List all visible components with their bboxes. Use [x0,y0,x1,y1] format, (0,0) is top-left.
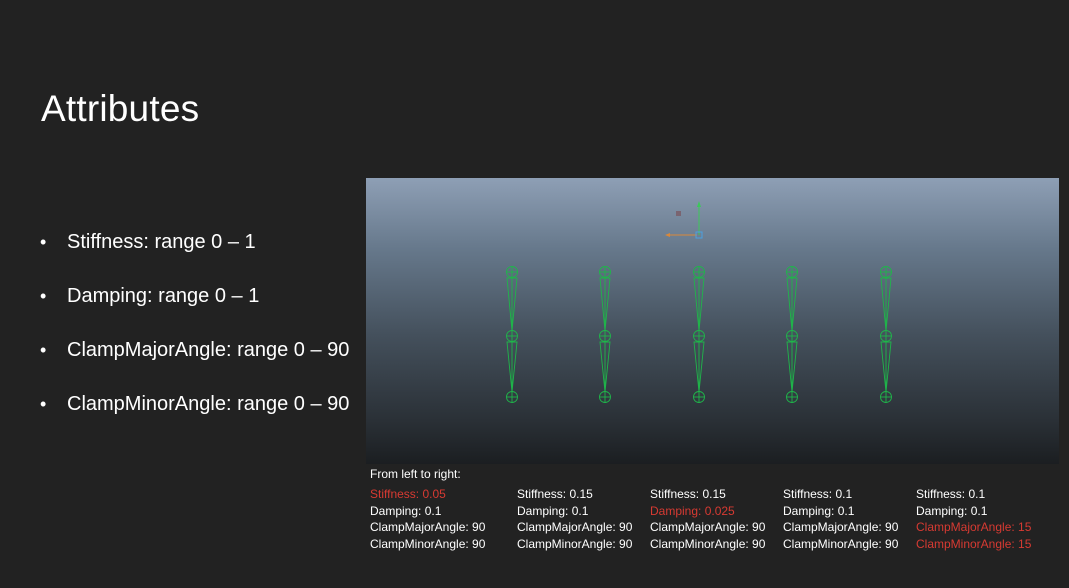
stiffness-value: Stiffness: 0.05 [370,487,446,501]
damping-value: Damping: 0.025 [650,503,735,518]
move-manipulator-icon [665,201,703,239]
settings-column-2: Stiffness: 0.15 Damping: 0.1 ClampMajorA… [517,486,632,552]
clamp-minor-value: ClampMinorAngle: 90 [517,536,633,551]
joint-chain-2 [599,266,611,403]
joint-chain-4 [786,266,798,403]
joint-chain-3 [693,266,705,403]
damping-value: Damping: 0.1 [783,503,855,518]
attribute-list: Stiffness: range 0 – 1 Damping: range 0 … [40,228,349,444]
bullet-stiffness: Stiffness: range 0 – 1 [40,228,349,282]
clamp-major-value: ClampMajorAngle: 90 [650,520,766,534]
stiffness-value: Stiffness: 0.1 [916,487,986,501]
joint-chains [506,266,892,403]
clamp-minor-value: ClampMinorAngle: 90 [370,536,486,551]
maya-viewport-screenshot [366,178,1059,464]
stiffness-value: Stiffness: 0.1 [783,487,853,501]
clamp-minor-value: ClampMinorAngle: 90 [783,536,899,551]
clamp-minor-value: ClampMinorAngle: 15 [916,536,1032,551]
clamp-major-value: ClampMajorAngle: 90 [517,520,633,534]
joint-chain-1 [506,266,518,403]
joint-chain-5 [880,266,892,403]
damping-value: Damping: 0.1 [370,503,442,518]
settings-column-5: Stiffness: 0.1 Damping: 0.1 ClampMajorAn… [916,486,1031,552]
settings-column-3: Stiffness: 0.15 Damping: 0.025 ClampMajo… [650,486,765,552]
settings-column-4: Stiffness: 0.1 Damping: 0.1 ClampMajorAn… [783,486,898,552]
clamp-major-value: ClampMajorAngle: 90 [783,520,899,534]
settings-column-1: Stiffness: 0.05 Damping: 0.1 ClampMajorA… [370,486,485,552]
stiffness-value: Stiffness: 0.15 [517,487,593,501]
slide-title: Attributes [41,88,200,129]
stiffness-value: Stiffness: 0.15 [650,487,726,501]
clamp-major-value: ClampMajorAngle: 15 [916,520,1032,534]
caption: From left to right: [370,467,461,481]
clamp-minor-value: ClampMinorAngle: 90 [650,536,766,551]
bullet-clamp-major-angle: ClampMajorAngle: range 0 – 90 [40,336,349,390]
bullet-clamp-minor-angle: ClampMinorAngle: range 0 – 90 [40,390,349,444]
clamp-major-value: ClampMajorAngle: 90 [370,520,486,534]
viewport-scene [506,201,892,403]
damping-value: Damping: 0.1 [517,503,589,518]
bullet-damping: Damping: range 0 – 1 [40,282,349,336]
damping-value: Damping: 0.1 [916,503,988,518]
